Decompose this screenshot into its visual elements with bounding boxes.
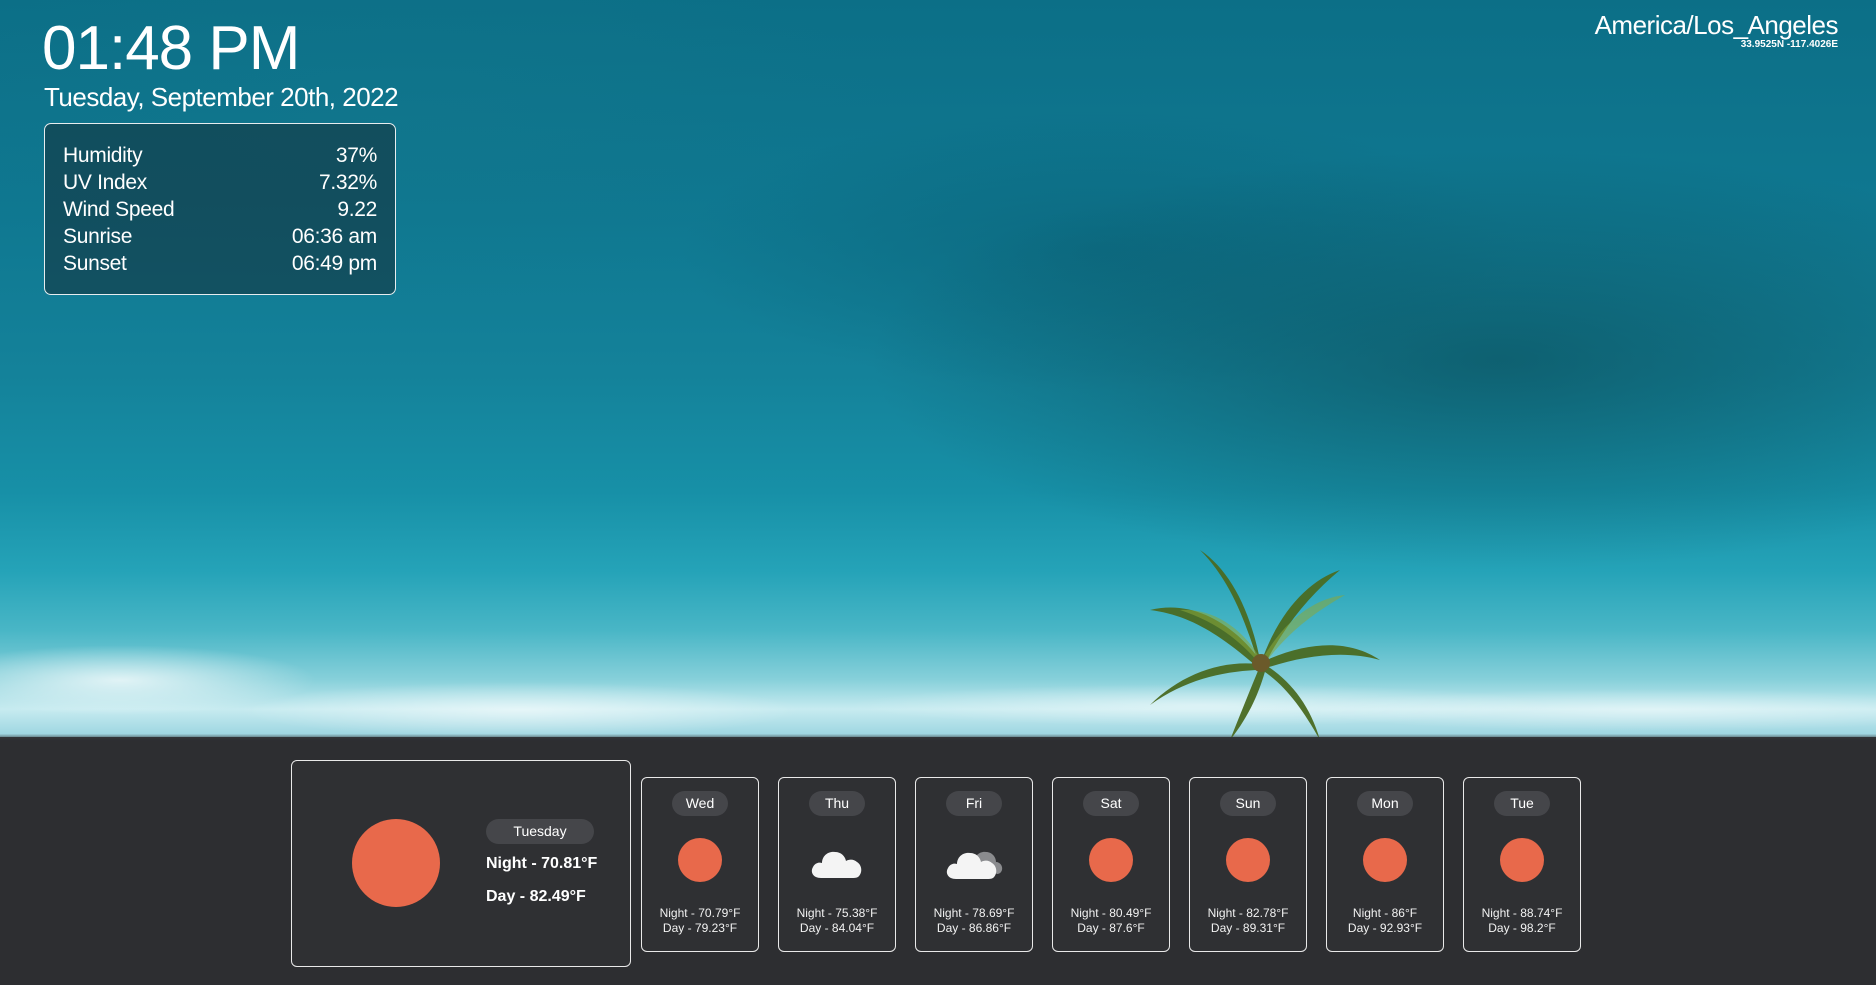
day-label-pill: Tuesday bbox=[486, 819, 594, 844]
wave-foam bbox=[0, 600, 1876, 740]
day-label-pill: Fri bbox=[946, 791, 1002, 816]
sun-icon bbox=[352, 819, 440, 907]
current-time: 01:48 PM bbox=[42, 14, 300, 83]
forecast-card-wed[interactable]: Wed Night - 70.79°F Day - 79.23°F bbox=[641, 777, 759, 952]
day-label-pill: Mon bbox=[1357, 791, 1413, 816]
weather-icon bbox=[1464, 838, 1580, 884]
today-forecast-card[interactable]: Tuesday Night - 70.81°F Day - 82.49°F bbox=[291, 760, 631, 967]
day-label-pill: Tue bbox=[1494, 791, 1550, 816]
detail-value: 06:49 pm bbox=[291, 252, 377, 275]
weather-icon bbox=[916, 838, 1032, 884]
cloud-icon bbox=[811, 851, 862, 878]
day-temperature: Day - 89.31°F bbox=[1210, 921, 1286, 935]
night-temperature: Night - 70.79°F bbox=[659, 906, 741, 920]
sun-icon bbox=[678, 838, 722, 882]
timezone-label: America/Los_Angeles bbox=[1594, 10, 1839, 40]
detail-value: 37% bbox=[335, 144, 377, 167]
forecast-card-fri[interactable]: Fri Night - 78.69°F Day - 86.86°F bbox=[915, 777, 1033, 952]
weather-icon bbox=[779, 838, 895, 884]
sun-icon bbox=[1500, 838, 1544, 882]
day-label-pill: Sun bbox=[1220, 791, 1276, 816]
day-label-pill: Thu bbox=[809, 791, 865, 816]
day-temperature: Day - 98.2°F bbox=[1488, 921, 1556, 935]
night-temperature: Night - 70.81°F bbox=[486, 855, 598, 872]
weather-icon bbox=[1053, 838, 1169, 884]
weather-icon bbox=[1327, 838, 1443, 884]
current-date: Tuesday, September 20th, 2022 bbox=[44, 82, 399, 112]
weather-dashboard: 01:48 PM Tuesday, September 20th, 2022 H… bbox=[0, 0, 1876, 985]
sun-icon bbox=[1089, 838, 1133, 882]
day-temperature: Day - 79.23°F bbox=[662, 921, 738, 935]
detail-row-uv-index: UV Index 7.32% bbox=[63, 169, 377, 196]
detail-row-sunrise: Sunrise 06:36 am bbox=[63, 223, 377, 250]
day-label-pill: Wed bbox=[672, 791, 728, 816]
location-info: America/Los_Angeles 33.9525N -117.4026E bbox=[1594, 8, 1839, 51]
forecast-card-tue[interactable]: Tue Night - 88.74°F Day - 98.2°F bbox=[1463, 777, 1581, 952]
detail-row-humidity: Humidity 37% bbox=[63, 142, 377, 169]
detail-row-wind-speed: Wind Speed 9.22 bbox=[63, 196, 377, 223]
detail-label: Sunrise bbox=[63, 225, 133, 248]
forecast-card-sun[interactable]: Sun Night - 82.78°F Day - 89.31°F bbox=[1189, 777, 1307, 952]
day-temperature: Day - 92.93°F bbox=[1347, 921, 1423, 935]
detail-value: 9.22 bbox=[337, 198, 377, 221]
forecast-bar: Tuesday Night - 70.81°F Day - 82.49°F We… bbox=[0, 737, 1876, 985]
forecast-card-sat[interactable]: Sat Night - 80.49°F Day - 87.6°F bbox=[1052, 777, 1170, 952]
night-temperature: Night - 78.69°F bbox=[933, 906, 1015, 920]
weather-icon bbox=[1190, 838, 1306, 884]
day-temperature: Day - 87.6°F bbox=[1077, 921, 1145, 935]
cloud-icon bbox=[946, 851, 1003, 879]
day-label-pill: Sat bbox=[1083, 791, 1139, 816]
night-temperature: Night - 82.78°F bbox=[1207, 906, 1289, 920]
detail-value: 7.32% bbox=[318, 171, 377, 194]
detail-row-sunset: Sunset 06:49 pm bbox=[63, 250, 377, 277]
day-temperature: Day - 84.04°F bbox=[799, 921, 875, 935]
day-temperature: Day - 86.86°F bbox=[936, 921, 1012, 935]
detail-label: UV Index bbox=[63, 171, 147, 194]
night-temperature: Night - 88.74°F bbox=[1481, 906, 1563, 920]
weather-details-panel: Humidity 37% UV Index 7.32% Wind Speed 9… bbox=[44, 123, 396, 295]
palm-tree-image bbox=[1150, 550, 1380, 740]
night-temperature: Night - 86°F bbox=[1352, 906, 1418, 920]
weather-icon bbox=[642, 838, 758, 884]
detail-label: Humidity bbox=[63, 144, 143, 167]
sun-icon bbox=[1363, 838, 1407, 882]
detail-label: Sunset bbox=[63, 252, 127, 275]
day-temperature: Day - 82.49°F bbox=[486, 888, 586, 905]
sun-icon bbox=[1226, 838, 1270, 882]
night-temperature: Night - 75.38°F bbox=[796, 906, 878, 920]
forecast-card-thu[interactable]: Thu Night - 75.38°F Day - 84.04°F bbox=[778, 777, 896, 952]
detail-value: 06:36 am bbox=[291, 225, 377, 248]
forecast-card-mon[interactable]: Mon Night - 86°F Day - 92.93°F bbox=[1326, 777, 1444, 952]
detail-label: Wind Speed bbox=[63, 198, 175, 221]
night-temperature: Night - 80.49°F bbox=[1070, 906, 1152, 920]
